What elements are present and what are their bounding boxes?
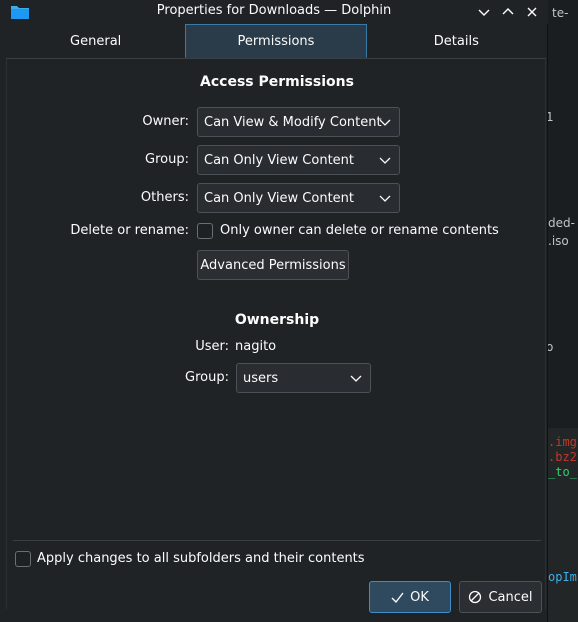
background-text: .img [548,435,577,449]
others-label: Others: [140,190,189,205]
background-text: _to_c [548,465,578,479]
owner-label: Owner: [142,114,189,129]
chevron-up-icon [502,8,514,15]
user-value: nagito [235,339,277,354]
apply-recursive-checkbox[interactable] [15,551,31,567]
ok-button-label: OK [410,589,429,605]
background-text: ded- [548,216,575,230]
owner-permission-select[interactable]: Can View & Modify Content [197,107,400,137]
ownership-heading: Ownership [234,312,320,328]
delete-rename-checkbox[interactable] [197,223,213,239]
chevron-down-icon [379,195,391,202]
group-label: Group: [145,152,189,167]
delete-rename-checkbox-label[interactable]: Only owner can delete or rename contents [220,223,499,238]
cancel-button[interactable]: Cancel [459,581,542,613]
cancel-button-label: Cancel [488,589,533,605]
ok-button[interactable]: OK [369,581,451,613]
maximize-button[interactable] [498,2,518,22]
ownership-group-label: Group: [185,370,229,385]
apply-recursive-label[interactable]: Apply changes to all subfolders and thei… [37,551,365,566]
chevron-down-icon [379,157,391,164]
background-text: .bz2 [548,450,577,464]
access-permissions-heading: Access Permissions [200,74,354,90]
background-text: .iso [548,234,569,248]
close-button[interactable] [522,2,542,22]
chevron-down-icon [379,119,391,126]
close-icon [527,7,537,17]
group-permission-select[interactable]: Can Only View Content [197,145,400,175]
others-permission-value: Can Only View Content [204,190,355,206]
tab-bar: General Permissions Details [6,24,546,59]
separator [13,540,541,541]
chevron-down-icon [478,9,490,16]
background-text: te- [552,6,569,20]
advanced-permissions-button[interactable]: Advanced Permissions [197,250,349,280]
tab-permissions[interactable]: Permissions [185,24,367,58]
tab-general[interactable]: General [6,24,185,58]
titlebar[interactable]: Properties for Downloads — Dolphin [0,0,548,24]
group-permission-value: Can Only View Content [204,152,355,168]
owner-permission-value: Can View & Modify Content [204,114,382,130]
tab-details[interactable]: Details [367,24,546,58]
window-title: Properties for Downloads — Dolphin [156,3,392,18]
delete-rename-label: Delete or rename: [70,223,189,238]
properties-dialog: Properties for Downloads — Dolphin Gener… [0,0,548,622]
checkmark-icon [391,592,404,603]
user-label: User: [195,339,229,354]
permissions-panel: Access Permissions Owner: Can View & Mod… [6,59,546,609]
ownership-group-value: users [243,370,279,386]
others-permission-select[interactable]: Can Only View Content [197,183,400,213]
background-text: opIm [548,570,577,584]
minimize-button[interactable] [474,2,494,22]
chevron-down-icon [350,375,362,382]
cancel-icon [469,590,482,604]
ownership-group-select[interactable]: users [236,363,371,393]
